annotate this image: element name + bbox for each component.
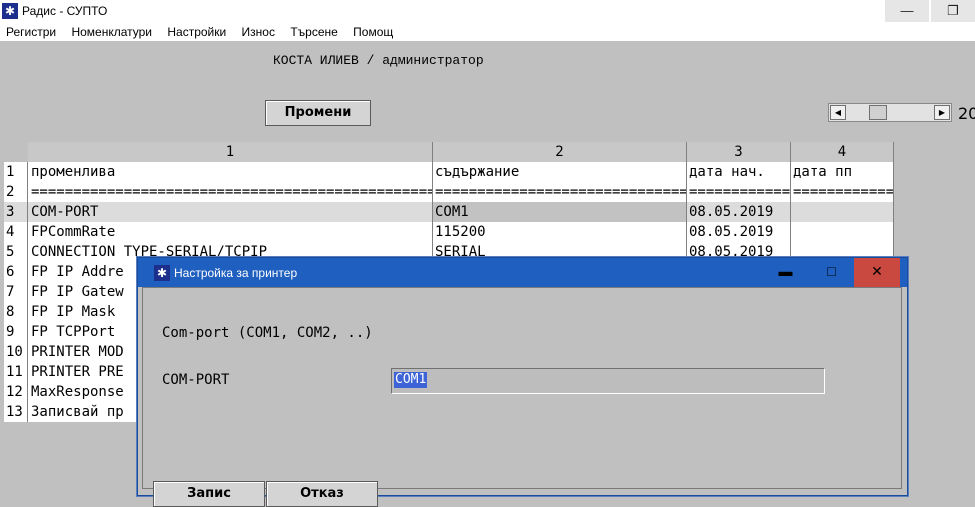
com-port-label: COM-PORT: [162, 372, 230, 388]
row-number: 7: [4, 282, 28, 302]
row-number: 3: [4, 202, 28, 222]
menu-help[interactable]: Помощ: [347, 22, 399, 42]
row-number: 10: [4, 342, 28, 362]
dialog-minimize-button[interactable]: ▬: [763, 258, 808, 287]
current-user: КОСТА ИЛИЕВ / администратор: [273, 53, 484, 68]
printer-settings-dialog: ✱ Настройка за принтер ▬ □ ✕ Com-port (C…: [137, 257, 908, 507]
com-port-field[interactable]: COM1: [391, 368, 825, 394]
row-number: 5: [4, 242, 28, 262]
dialog-title: Настройка за принтер: [174, 266, 298, 280]
scroll-left-arrow-icon[interactable]: ◀: [830, 105, 846, 120]
variable-cell[interactable]: FPCommRate: [28, 222, 433, 242]
row-number: 13: [4, 402, 28, 422]
column-header-1[interactable]: 1: [28, 142, 433, 162]
start-date-cell[interactable]: ============: [687, 182, 791, 202]
content-cell[interactable]: 115200: [433, 222, 687, 242]
row-number: 8: [4, 302, 28, 322]
restore-button[interactable]: ❐: [931, 0, 975, 22]
variable-cell[interactable]: COM-PORT: [28, 202, 433, 222]
menu-registers[interactable]: Регистри: [0, 22, 62, 42]
menu-search[interactable]: Търсене: [284, 22, 343, 42]
column-header-4[interactable]: 4: [791, 142, 894, 162]
dialog-close-button[interactable]: ✕: [854, 258, 900, 287]
dialog-body: Com-port (COM1, COM2, ..) COM-PORT COM1 …: [142, 287, 902, 507]
menu-export[interactable]: Износ: [236, 22, 281, 42]
variable-cell[interactable]: променлива: [28, 162, 433, 182]
row-number: 4: [4, 222, 28, 242]
content-cell[interactable]: COM1: [433, 202, 687, 222]
column-header-3[interactable]: 3: [687, 142, 791, 162]
content-cell[interactable]: ==============================: [433, 182, 687, 202]
save-button[interactable]: Запис: [153, 481, 265, 507]
start-date-cell[interactable]: 08.05.2019: [687, 222, 791, 242]
end-date-cell[interactable]: [791, 222, 894, 242]
snowflake-icon: ✱: [2, 3, 18, 19]
start-date-cell[interactable]: дата нач.: [687, 162, 791, 182]
snowflake-icon: ✱: [154, 265, 170, 281]
page-number: 20: [958, 104, 975, 123]
edit-button[interactable]: Промени: [265, 100, 371, 126]
row-number: 6: [4, 262, 28, 282]
end-date-cell[interactable]: [791, 202, 894, 222]
dialog-hint: Com-port (COM1, COM2, ..): [162, 325, 373, 341]
dialog-titlebar: ✱ Настройка за принтер ▬ □ ✕: [138, 258, 907, 287]
minimize-button[interactable]: —: [885, 0, 929, 22]
column-header-2[interactable]: 2: [433, 142, 687, 162]
end-date-cell[interactable]: дата пп: [791, 162, 894, 182]
app-title: Радис - СУПТО: [22, 4, 108, 18]
content-cell[interactable]: съдържание: [433, 162, 687, 182]
com-port-value: COM1: [394, 372, 428, 388]
end-date-cell[interactable]: ============: [791, 182, 894, 202]
row-number: 12: [4, 382, 28, 402]
menu-bar: Регистри Номенклатури Настройки Износ Тъ…: [0, 22, 975, 41]
row-number: 2: [4, 182, 28, 202]
scroll-thumb[interactable]: [869, 105, 887, 120]
row-number-header: [4, 142, 28, 162]
dialog-maximize-button[interactable]: □: [809, 258, 854, 287]
scroll-right-arrow-icon[interactable]: ▶: [934, 105, 950, 120]
app-titlebar: ✱ Радис - СУПТО — ❐: [0, 0, 975, 22]
row-number: 11: [4, 362, 28, 382]
cancel-button[interactable]: Отказ: [266, 481, 378, 507]
variable-cell[interactable]: ========================================…: [28, 182, 433, 202]
menu-settings[interactable]: Настройки: [161, 22, 232, 42]
start-date-cell[interactable]: 08.05.2019: [687, 202, 791, 222]
row-number: 9: [4, 322, 28, 342]
row-number: 1: [4, 162, 28, 182]
horizontal-scrollbar[interactable]: ◀ ▶: [828, 103, 952, 122]
menu-nomenclatures[interactable]: Номенклатури: [65, 22, 158, 42]
